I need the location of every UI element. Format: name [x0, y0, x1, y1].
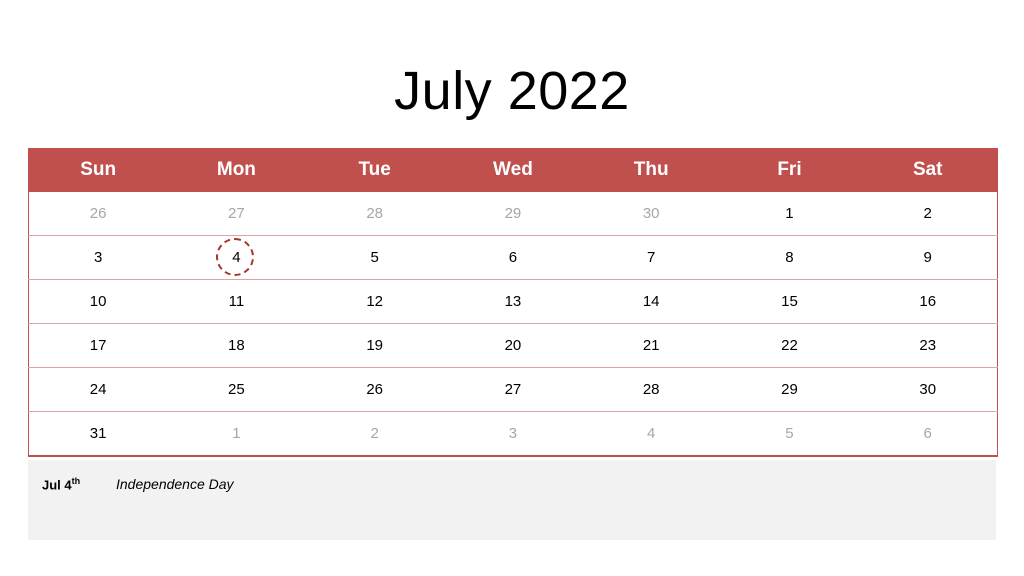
calendar-day-cell[interactable]: 5	[720, 411, 859, 457]
calendar-day-cell[interactable]: 1	[720, 192, 859, 236]
weekday-header-tue: Tue	[305, 148, 444, 192]
note-label: Independence Day	[116, 476, 234, 493]
calendar-day-cell[interactable]: 30	[582, 192, 721, 236]
weekday-header-mon: Mon	[167, 148, 306, 192]
calendar-day-cell[interactable]: 26	[28, 192, 168, 236]
calendar-day-cell[interactable]: 28	[582, 367, 721, 412]
calendar-day-cell[interactable]: 18	[167, 323, 306, 368]
calendar-day-label: 4	[232, 248, 241, 266]
calendar-day-cell[interactable]: 4	[582, 411, 721, 457]
calendar-day-cell[interactable]: 27	[443, 367, 583, 412]
calendar-day-cell[interactable]: 29	[720, 367, 859, 412]
note-item: Jul 4th Independence Day	[42, 476, 234, 492]
calendar-slide: July 2022 Sun Mon Tue Wed Thu Fri Sat 26…	[0, 0, 1024, 576]
calendar-body: 26 27 28 29 30 1 2 3 4 5 6 7 8 9 10 11 12 13 14 15 16 17 18 19 2…	[28, 192, 998, 457]
calendar-day-cell[interactable]: 22	[720, 323, 859, 368]
weekday-header-thu: Thu	[582, 148, 721, 192]
calendar-day-cell[interactable]: 7	[582, 235, 721, 280]
weekday-header-sat: Sat	[858, 148, 998, 192]
calendar-day-cell[interactable]: 10	[28, 279, 168, 324]
calendar-day-cell[interactable]: 9	[858, 235, 998, 280]
calendar-day-cell[interactable]: 15	[720, 279, 859, 324]
calendar-day-cell[interactable]: 28	[305, 192, 444, 236]
note-date-ordinal-suffix: th	[71, 476, 81, 486]
calendar-day-cell[interactable]: 21	[582, 323, 721, 368]
calendar-day-cell[interactable]: 17	[28, 323, 168, 368]
page-title: July 2022	[394, 61, 630, 121]
calendar-day-cell[interactable]: 16	[858, 279, 998, 324]
calendar-day-cell[interactable]: 12	[305, 279, 444, 324]
calendar-day-cell[interactable]: 19	[305, 323, 444, 368]
weekday-header-fri: Fri	[720, 148, 859, 192]
weekday-header-sun: Sun	[28, 148, 168, 192]
weekday-header-row: Sun Mon Tue Wed Thu Fri Sat	[28, 148, 998, 192]
calendar-day-cell[interactable]: 6	[858, 411, 998, 457]
note-date: Jul 4th	[42, 476, 116, 492]
calendar-day-cell[interactable]: 11	[167, 279, 306, 324]
calendar-week-row: 10 11 12 13 14 15 16	[28, 279, 998, 324]
calendar-day-cell[interactable]: 14	[582, 279, 721, 324]
calendar-day-cell[interactable]: 1	[167, 411, 306, 457]
calendar-day-cell[interactable]: 2	[305, 411, 444, 457]
calendar-day-cell[interactable]: 8	[720, 235, 859, 280]
calendar-week-row: 17 18 19 20 21 22 23	[28, 323, 998, 368]
calendar-day-cell[interactable]: 31	[28, 411, 168, 457]
calendar-week-row: 3 4 56789	[28, 235, 998, 280]
weekday-header-wed: Wed	[443, 148, 583, 192]
note-date-prefix: Jul 4	[42, 477, 72, 493]
calendar-day-cell[interactable]: 30	[858, 367, 998, 412]
calendar-day-cell[interactable]: 29	[443, 192, 583, 236]
calendar-day-cell[interactable]: 5	[305, 235, 444, 280]
calendar-day-cell[interactable]: 20	[443, 323, 583, 368]
calendar-day-cell[interactable]: 2	[858, 192, 998, 236]
calendar-day-cell[interactable]: 24	[28, 367, 168, 412]
calendar-day-cell[interactable]: 3	[28, 235, 168, 280]
calendar-day-cell[interactable]: 23	[858, 323, 998, 368]
calendar-day-cell[interactable]: 6	[443, 235, 583, 280]
calendar-day-cell[interactable]: 13	[443, 279, 583, 324]
calendar-week-row: 31 1 2 3 4 5 6	[28, 411, 998, 457]
calendar-day-cell[interactable]: 4	[167, 235, 306, 280]
calendar-day-cell[interactable]: 26	[305, 367, 444, 412]
notes-panel: Jul 4th Independence Day	[28, 460, 996, 540]
calendar-table: Sun Mon Tue Wed Thu Fri Sat 26 27 28 29 30 1 2…	[28, 148, 998, 457]
calendar-week-row: 24 25 26 27 28 29 30	[28, 367, 998, 412]
calendar-day-cell[interactable]: 25	[167, 367, 306, 412]
calendar-day-cell[interactable]: 3	[443, 411, 583, 457]
highlighted-day[interactable]: 4	[216, 237, 256, 278]
calendar-week-row: 26 27 28 29 30 1 2	[28, 192, 998, 236]
calendar-day-cell[interactable]: 27	[167, 192, 306, 236]
